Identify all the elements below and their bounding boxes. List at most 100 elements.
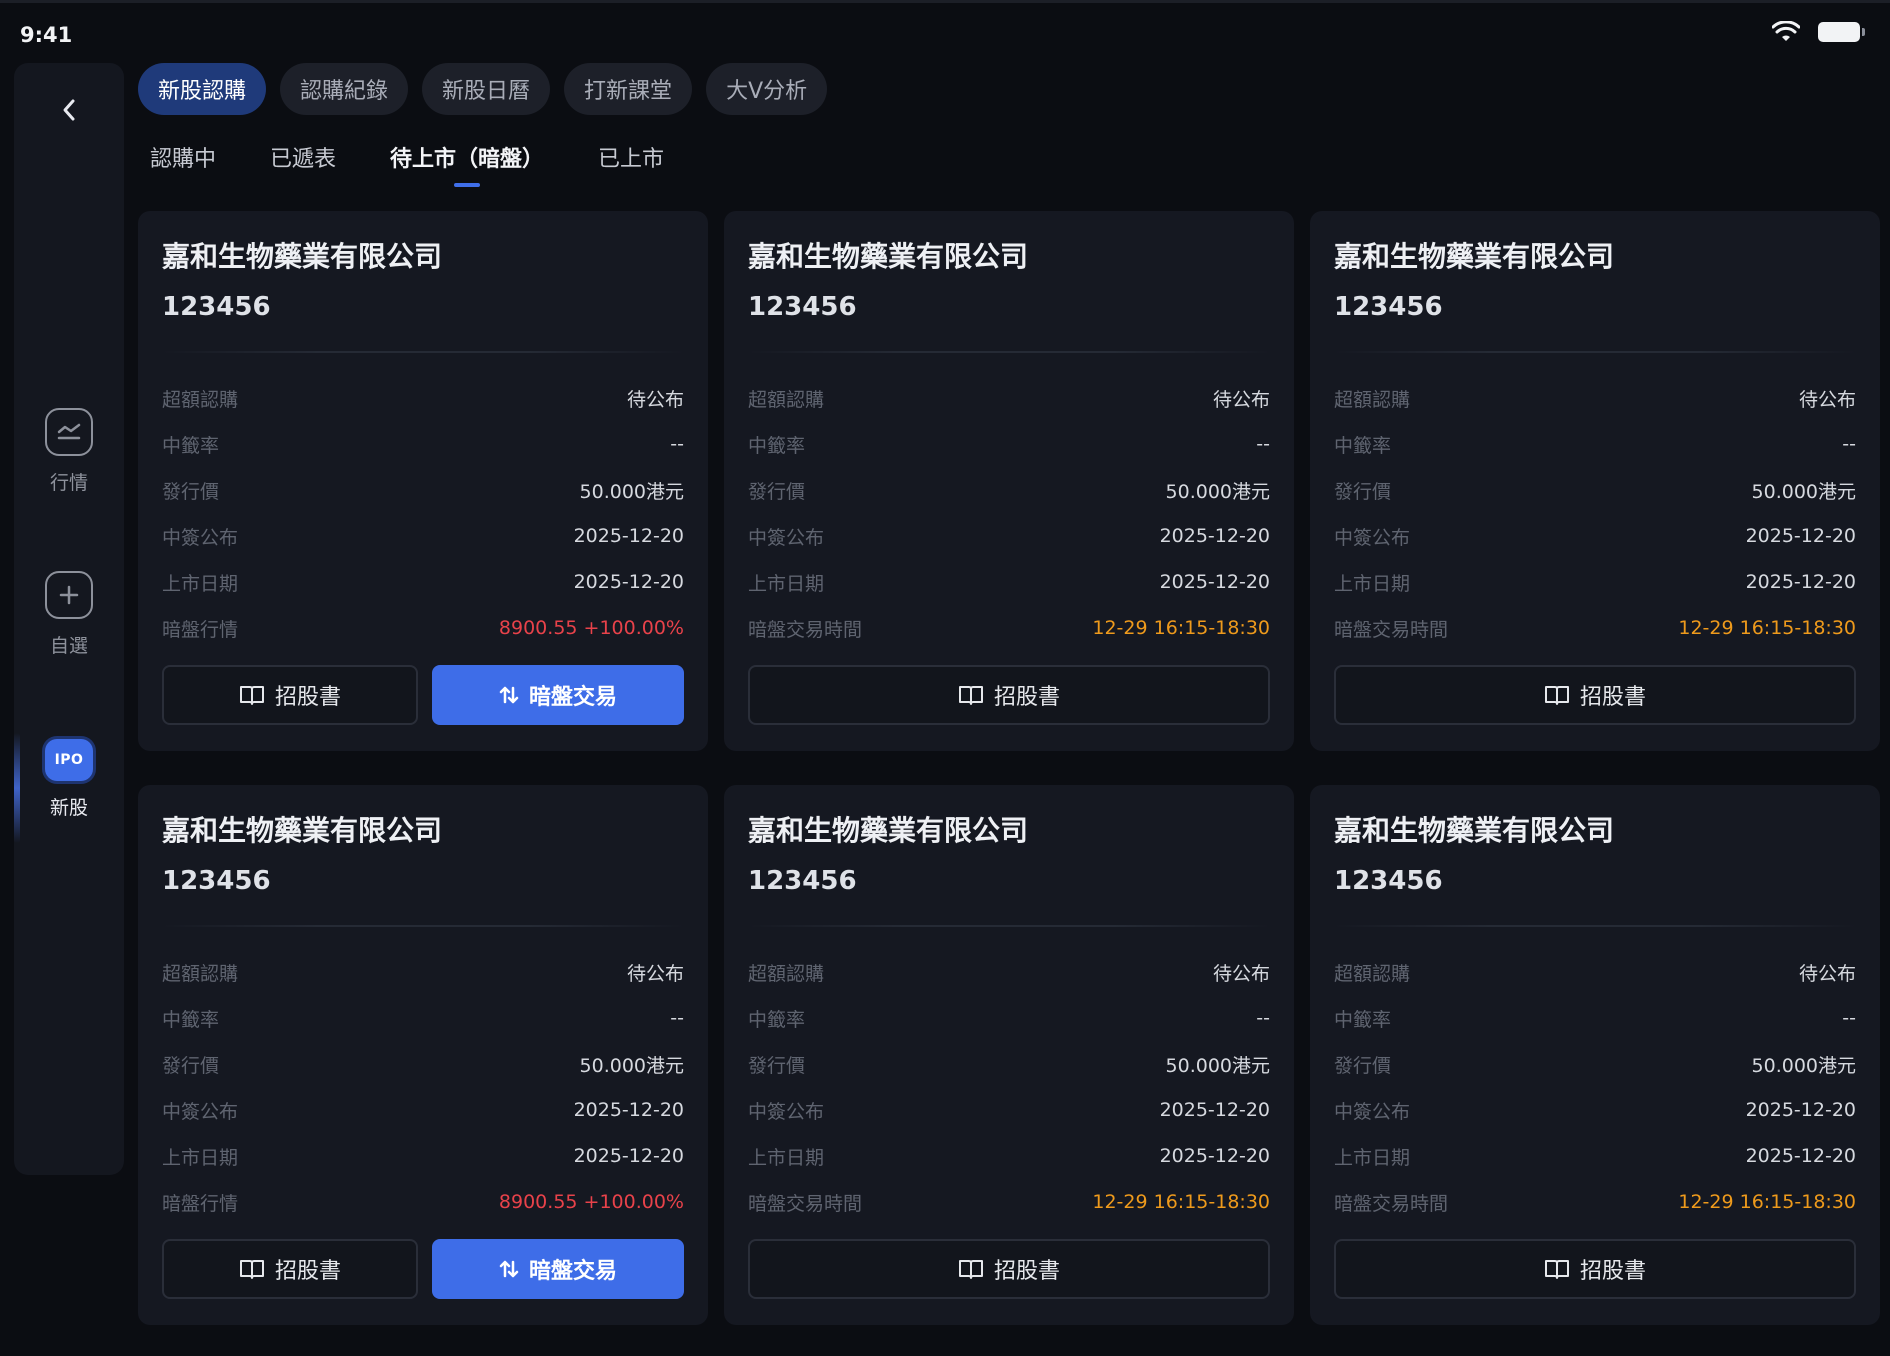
info-row: 暗盤交易時間 12-29 16:15-18:30 (1334, 617, 1856, 641)
info-row: 中簽公布 2025-12-20 (162, 1099, 684, 1123)
info-row: 中籤率 -- (1334, 433, 1856, 457)
divider (748, 351, 1270, 353)
info-row: 中籤率 -- (162, 433, 684, 457)
sidebar-item-watchlist[interactable]: 自選 (14, 571, 124, 658)
info-row: 超額認購 待公布 (748, 388, 1270, 411)
grey-trade-button[interactable]: 暗盤交易 (432, 1239, 684, 1299)
divider (748, 925, 1270, 927)
info-row: 中簽公布 2025-12-20 (1334, 1099, 1856, 1123)
grey-trade-button[interactable]: 暗盤交易 (432, 665, 684, 725)
top-tab-bar: 新股認購 認購紀錄 新股日曆 打新課堂 大V分析 (138, 63, 828, 115)
info-row: 暗盤交易時間 12-29 16:15-18:30 (748, 1191, 1270, 1215)
info-row: 超額認購 待公布 (748, 962, 1270, 985)
info-row: 暗盤交易時間 12-29 16:15-18:30 (1334, 1191, 1856, 1215)
sidebar-item-ipo[interactable]: IPO 新股 (14, 739, 124, 820)
company-name: 嘉和生物藥業有限公司 (748, 814, 1029, 847)
info-row: 中籤率 -- (1334, 1007, 1856, 1031)
ipo-card[interactable]: 嘉和生物藥業有限公司 123456 超額認購 待公布 中籤率 -- 發行價 50.00… (1310, 785, 1880, 1325)
active-tab-indicator (454, 183, 481, 187)
divider (1334, 351, 1856, 353)
info-row: 上市日期 2025-12-20 (162, 1145, 684, 1169)
info-row: 暗盤行情 8900.55 +100.00% (162, 1191, 684, 1215)
company-name: 嘉和生物藥業有限公司 (162, 240, 443, 273)
info-row: 中簽公布 2025-12-20 (748, 525, 1270, 549)
prospectus-button[interactable]: 招股書 (162, 1239, 418, 1299)
info-row: 中簽公布 2025-12-20 (748, 1099, 1270, 1123)
ipo-card[interactable]: 嘉和生物藥業有限公司 123456 超額認購 待公布 中籤率 -- 發行價 50.00… (724, 211, 1294, 751)
book-icon (958, 1258, 984, 1280)
info-row: 超額認購 待公布 (1334, 962, 1856, 985)
info-row: 超額認購 待公布 (162, 962, 684, 985)
info-row: 發行價 50.000港元 (748, 480, 1270, 503)
info-row: 上市日期 2025-12-20 (1334, 571, 1856, 595)
info-row: 發行價 50.000港元 (1334, 480, 1856, 503)
sidebar-item-label: 新股 (49, 797, 88, 819)
info-row: 上市日期 2025-12-20 (162, 571, 684, 595)
company-name: 嘉和生物藥業有限公司 (1334, 814, 1615, 847)
sidebar-item-market[interactable]: 行情 (14, 408, 124, 495)
info-row: 發行價 50.000港元 (1334, 1054, 1856, 1077)
plus-icon (45, 571, 93, 619)
ipo-card[interactable]: 嘉和生物藥業有限公司 123456 超額認購 待公布 中籤率 -- 發行價 50.00… (1310, 211, 1880, 751)
book-icon (1544, 1258, 1570, 1280)
grey-trading-time: 12-29 16:15-18:30 (1678, 1191, 1856, 1213)
prospectus-button[interactable]: 招股書 (748, 1239, 1270, 1299)
swap-arrows-icon (499, 1259, 519, 1279)
subtab-subscribing[interactable]: 認購中 (150, 141, 216, 187)
stock-code: 123456 (162, 292, 271, 322)
book-icon (958, 684, 984, 706)
info-row: 發行價 50.000港元 (162, 480, 684, 503)
company-name: 嘉和生物藥業有限公司 (748, 240, 1029, 273)
tab-ipo-class[interactable]: 打新課堂 (564, 63, 693, 115)
tab-subscription-records[interactable]: 認購紀錄 (280, 63, 409, 115)
prospectus-button[interactable]: 招股書 (162, 665, 418, 725)
company-name: 嘉和生物藥業有限公司 (1334, 240, 1615, 273)
grey-trading-time: 12-29 16:15-18:30 (1678, 617, 1856, 639)
prospectus-button[interactable]: 招股書 (1334, 1239, 1856, 1299)
stock-code: 123456 (748, 866, 857, 896)
chevron-left-icon (60, 98, 78, 122)
subtab-listed[interactable]: 已上市 (598, 141, 664, 187)
info-row: 發行價 50.000港元 (162, 1054, 684, 1077)
prospectus-button[interactable]: 招股書 (1334, 665, 1856, 725)
grey-trading-time: 12-29 16:15-18:30 (1092, 1191, 1270, 1213)
company-name: 嘉和生物藥業有限公司 (162, 814, 443, 847)
sidebar: 行情 自選 IPO 新股 (14, 63, 124, 1175)
grey-trading-time: 12-29 16:15-18:30 (1092, 617, 1270, 639)
book-icon (1544, 684, 1570, 706)
info-row: 超額認購 待公布 (1334, 388, 1856, 411)
ipo-icon: IPO (45, 739, 93, 781)
info-row: 中籤率 -- (748, 433, 1270, 457)
info-row: 中籤率 -- (162, 1007, 684, 1031)
grey-market-quote: 8900.55 +100.00% (498, 617, 684, 639)
tab-ipo-calendar[interactable]: 新股日曆 (422, 63, 551, 115)
info-row: 超額認購 待公布 (162, 388, 684, 411)
info-row: 上市日期 2025-12-20 (748, 571, 1270, 595)
ipo-card[interactable]: 嘉和生物藥業有限公司 123456 超額認購 待公布 中籤率 -- 發行價 50.00… (138, 211, 708, 751)
sub-tab-bar: 認購中 已遞表 待上市（暗盤） 已上市 (150, 141, 718, 187)
info-row: 中簽公布 2025-12-20 (1334, 525, 1856, 549)
wifi-icon (1772, 21, 1800, 43)
info-row: 上市日期 2025-12-20 (748, 1145, 1270, 1169)
stock-code: 123456 (1334, 292, 1443, 322)
status-bar-icons (1772, 21, 1865, 43)
ipo-card[interactable]: 嘉和生物藥業有限公司 123456 超額認購 待公布 中籤率 -- 發行價 50.00… (138, 785, 708, 1325)
info-row: 中籤率 -- (748, 1007, 1270, 1031)
prospectus-button[interactable]: 招股書 (748, 665, 1270, 725)
info-row: 中簽公布 2025-12-20 (162, 525, 684, 549)
info-row: 上市日期 2025-12-20 (1334, 1145, 1856, 1169)
divider (1334, 925, 1856, 927)
divider (162, 351, 684, 353)
subtab-filed[interactable]: 已遞表 (270, 141, 336, 187)
ipo-card[interactable]: 嘉和生物藥業有限公司 123456 超額認購 待公布 中籤率 -- 發行價 50.00… (724, 785, 1294, 1325)
battery-icon (1818, 22, 1865, 42)
swap-arrows-icon (499, 685, 519, 705)
subtab-pending-listing[interactable]: 待上市（暗盤） (390, 141, 544, 187)
tab-ipo-subscribe[interactable]: 新股認購 (138, 63, 267, 115)
app-screen: 9:41 行情 自選 IPO 新股 新股認購 認購紀錄 新股日曆 打新課堂 大V… (0, 0, 1890, 1356)
book-icon (239, 684, 265, 706)
info-row: 暗盤交易時間 12-29 16:15-18:30 (748, 617, 1270, 641)
sidebar-item-label: 行情 (49, 472, 88, 494)
tab-kol-analysis[interactable]: 大V分析 (706, 63, 828, 115)
back-button[interactable] (14, 75, 124, 145)
